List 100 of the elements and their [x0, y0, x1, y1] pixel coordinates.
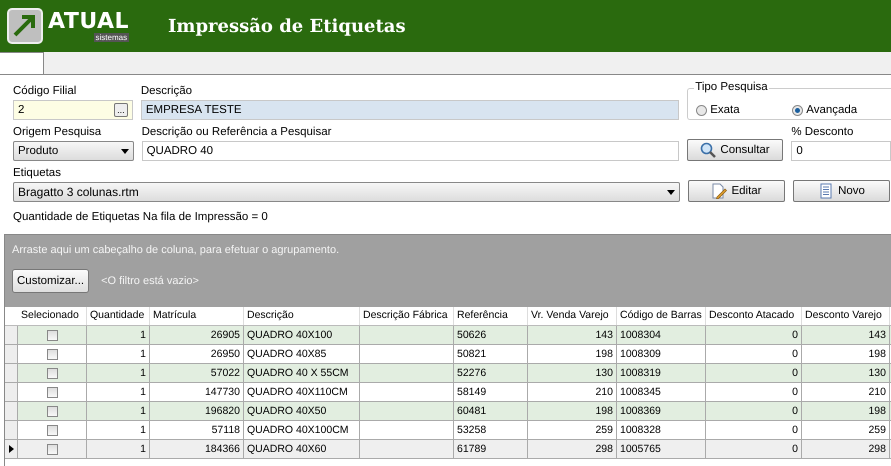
input-field[interactable]: 0: [791, 141, 891, 161]
checkbox[interactable]: [46, 368, 58, 378]
field-label: Etiquetas: [13, 167, 62, 179]
input-field: EMPRESA TESTE: [140, 100, 680, 120]
field-label: % Desconto: [791, 126, 854, 138]
table-cell: 196820: [204, 405, 240, 417]
input-field[interactable]: 2 ...: [13, 100, 133, 120]
table-cell: 143: [595, 329, 613, 341]
table-cell: 143: [868, 329, 886, 341]
table-cell: 1: [140, 424, 146, 436]
table-cell: 259: [595, 424, 613, 436]
row-header-cell[interactable]: [5, 364, 18, 382]
table-cell: 1008369: [620, 405, 661, 417]
row-header-cell[interactable]: [5, 345, 18, 363]
table-cell: 198: [868, 405, 886, 417]
table-cell: 210: [868, 386, 886, 398]
table-cell: 1: [140, 443, 146, 455]
edit-icon: [711, 183, 728, 199]
radio-button[interactable]: Avançada: [792, 104, 888, 116]
table-cell: 0: [792, 443, 798, 455]
table-cell: 57022: [210, 367, 240, 379]
field-label: Origem Pesquisa: [13, 126, 102, 138]
checkbox[interactable]: [46, 406, 58, 416]
row-indicator-icon: [8, 445, 14, 453]
logo-icon: [6, 7, 44, 45]
table-cell: 0: [792, 405, 798, 417]
customize-button[interactable]: Customizar...: [12, 269, 90, 293]
window-title: Impressão de Etiquetas: [168, 16, 406, 36]
row-header-cell[interactable]: [5, 402, 18, 420]
table-cell: 1: [140, 405, 146, 417]
input-field[interactable]: QUADRO 40: [142, 141, 679, 161]
caret-icon: [120, 148, 129, 154]
caret-icon: [667, 190, 675, 194]
table-cell: 0: [792, 424, 798, 436]
novo-button[interactable]: Novo: [793, 180, 890, 202]
table-cell: 26950: [210, 348, 240, 360]
checkbox[interactable]: [46, 386, 58, 398]
table-cell: QUADRO 40X100CM: [247, 424, 349, 436]
table-cell: 1: [140, 348, 146, 360]
column-header[interactable]: Desconto Varejo: [802, 307, 890, 325]
table-cell: QUADRO 40X50: [247, 405, 326, 417]
table-cell: QUADRO 40X85: [247, 348, 326, 360]
table-cell: 198: [595, 348, 613, 360]
checkbox[interactable]: [46, 348, 58, 360]
table-cell: 298: [868, 443, 886, 455]
table-cell: 259: [868, 424, 886, 436]
table-cell: 58149: [457, 386, 486, 398]
consultar-button[interactable]: Consultar: [686, 139, 784, 161]
table-cell: 53258: [457, 424, 486, 436]
dropdown[interactable]: Produto: [13, 141, 134, 161]
table-cell: 298: [595, 443, 613, 455]
table-cell: 0: [792, 348, 798, 360]
queue-count-text: Quantidade de Etiquetas Na fila de Impressão = 0: [13, 211, 268, 223]
table-cell: QUADRO 40X100: [247, 329, 332, 341]
column-header[interactable]: Vr. Venda Varejo: [528, 307, 617, 325]
checkbox[interactable]: [46, 330, 58, 340]
table-cell: QUADRO 40 X 55CM: [247, 367, 349, 379]
dropdown[interactable]: Bragatto 3 colunas.rtm: [13, 182, 680, 202]
table-cell: 1008319: [620, 367, 661, 379]
table-cell: 1005765: [620, 443, 661, 455]
checkbox[interactable]: [46, 444, 58, 454]
table-cell: 1: [140, 386, 146, 398]
table-cell: 50626: [457, 329, 486, 341]
table-cell: 1008309: [620, 348, 661, 360]
filter-text: <O filtro está vazio>: [101, 275, 199, 287]
table-cell: 130: [595, 367, 613, 379]
column-header[interactable]: Referência: [454, 307, 528, 325]
field-label: Código Filial: [13, 85, 78, 97]
table-cell: 210: [595, 386, 613, 398]
table-cell: 198: [595, 405, 613, 417]
tab[interactable]: [0, 52, 44, 74]
document-icon: [818, 183, 834, 199]
table-cell: 1008345: [620, 386, 661, 398]
table-cell: 60481: [457, 405, 486, 417]
table-cell: 1008304: [620, 329, 661, 341]
column-header[interactable]: Matrícula: [150, 307, 244, 325]
checkbox[interactable]: [46, 424, 58, 436]
logo-subtext: sistemas: [94, 32, 130, 42]
table-cell: 1: [140, 367, 146, 379]
row-header-cell[interactable]: [5, 326, 18, 344]
column-header[interactable]: Desconto Atacado: [706, 307, 802, 325]
table-cell: 57118: [212, 424, 240, 436]
row-header-cell[interactable]: [5, 421, 18, 439]
column-header[interactable]: Código de Barras: [617, 307, 706, 325]
column-header[interactable]: Descrição: [244, 307, 360, 325]
column-header[interactable]: Descrição Fábrica: [360, 307, 454, 325]
table-cell: 1: [140, 329, 146, 341]
table-cell: 0: [792, 386, 798, 398]
column-header[interactable]: Quantidade: [87, 307, 150, 325]
field-label: Descrição ou Referência a Pesquisar: [142, 126, 332, 138]
table-cell: 130: [868, 367, 886, 379]
group-hint: Arraste aqui um cabeçalho de coluna, para efetuar o agrupamento.: [12, 244, 340, 256]
table-cell: 50821: [457, 348, 486, 360]
row-header-cell[interactable]: [5, 383, 18, 401]
lookup-button[interactable]: ...: [114, 103, 128, 117]
column-header[interactable]: Selecionado: [18, 307, 87, 325]
table-cell: QUADRO 40X60: [247, 443, 326, 455]
radio-button[interactable]: Exata: [696, 104, 792, 116]
editar-button[interactable]: Editar: [688, 180, 785, 202]
table-cell: 1008328: [620, 424, 661, 436]
